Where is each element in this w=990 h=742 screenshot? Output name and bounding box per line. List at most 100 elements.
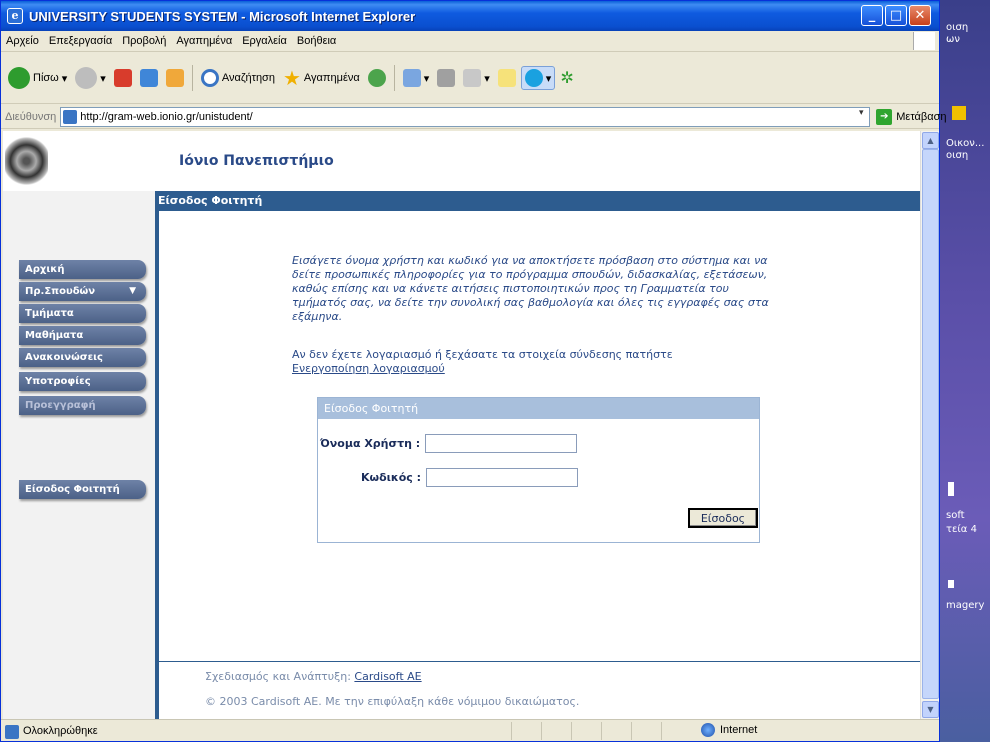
activate-account-link[interactable]: Ενεργοποίηση λογαριασμού xyxy=(292,362,772,376)
footer-design-prefix: Σχεδιασμός και Ανάπτυξη: xyxy=(205,670,351,683)
chevron-down-icon: ▼ xyxy=(129,286,136,296)
window-title: UNIVERSITY STUDENTS SYSTEM - Microsoft I… xyxy=(29,8,416,24)
desktop-label: Οικον... xyxy=(946,138,985,149)
refresh-button[interactable] xyxy=(137,67,161,89)
go-label: Μετάβαση xyxy=(896,110,947,123)
scroll-thumb[interactable] xyxy=(922,149,939,699)
history-icon xyxy=(367,69,386,87)
ie-logo-icon: e xyxy=(7,8,23,24)
home-icon xyxy=(165,69,184,87)
footer-copyright: © 2003 Cardisoft AE. Με την επιφύλαξη κά… xyxy=(205,695,580,708)
footer-divider xyxy=(159,661,920,662)
star-icon: ★ xyxy=(282,67,301,90)
title-bar[interactable]: e UNIVERSITY STUDENTS SYSTEM - Microsoft… xyxy=(1,1,939,31)
nav-label: Προεγγραφή xyxy=(25,400,96,411)
url-text: http://gram-web.ionio.gr/unistudent/ xyxy=(80,110,253,123)
login-submit-button[interactable]: Είσοδος xyxy=(688,508,758,528)
nav-label: Είσοδος Φοιτητή xyxy=(25,484,120,495)
security-zone: Internet xyxy=(701,723,757,737)
minimize-button[interactable]: _ xyxy=(861,5,883,26)
status-cells xyxy=(511,722,691,740)
mail-icon xyxy=(402,69,421,87)
go-arrow-icon: ➔ xyxy=(876,108,893,125)
menu-file[interactable]: Αρχείο xyxy=(1,35,44,47)
nav-courses[interactable]: Μαθήματα xyxy=(19,326,146,345)
menu-favorites[interactable]: Αγαπημένα xyxy=(171,35,237,47)
history-button[interactable] xyxy=(365,67,389,89)
nav-student-login[interactable]: Είσοδος Φοιτητή xyxy=(19,480,146,499)
edit-button[interactable]: ▾ xyxy=(460,67,493,89)
desktop-label: τεία 4 xyxy=(946,524,977,535)
search-button[interactable]: Αναζήτηση xyxy=(198,67,278,89)
home-button[interactable] xyxy=(163,67,187,89)
nav-label: Ανακοινώσεις xyxy=(25,352,103,363)
browser-window: e UNIVERSITY STUDENTS SYSTEM - Microsoft… xyxy=(0,0,946,742)
nav-label: Τμήματα xyxy=(25,308,74,319)
page-icon xyxy=(63,109,78,124)
go-button[interactable]: ➔ Μετάβαση xyxy=(876,108,947,125)
menu-view[interactable]: Προβολή xyxy=(117,35,171,47)
desktop-label: οιση xyxy=(946,22,969,33)
stop-button[interactable] xyxy=(111,67,135,89)
refresh-icon xyxy=(139,69,158,87)
account-note: Αν δεν έχετε λογαριασμό ή ξεχάσατε τα στ… xyxy=(292,348,772,376)
nav-label: Πρ.Σπουδών xyxy=(25,286,96,297)
university-name: Ιόνιο Πανεπιστήμιο xyxy=(179,153,334,169)
shortcut-icon[interactable] xyxy=(948,580,954,588)
username-row: Όνομα Χρήστη : xyxy=(320,434,578,453)
favorites-button[interactable]: ★ Αγαπημένα xyxy=(280,64,363,93)
print-button[interactable] xyxy=(434,67,458,89)
back-arrow-icon xyxy=(8,67,30,89)
menu-tools[interactable]: Εργαλεία xyxy=(237,35,292,47)
address-label: Διεύθυνση xyxy=(5,110,57,123)
password-label: Κωδικός : xyxy=(361,471,422,484)
menu-help[interactable]: Βοήθεια xyxy=(292,35,341,47)
scroll-down-icon[interactable]: ▼ xyxy=(922,701,939,718)
nav-preregistration[interactable]: Προεγγραφή xyxy=(19,396,146,415)
desktop-label: magery xyxy=(946,600,985,611)
search-label: Αναζήτηση xyxy=(221,72,275,84)
cardisoft-link[interactable]: Cardisoft AE xyxy=(354,670,421,683)
nav-scholarships[interactable]: Υποτροφίες xyxy=(19,372,146,391)
university-logo xyxy=(5,137,48,185)
back-button[interactable]: Πίσω ▾ xyxy=(5,65,70,91)
maximize-button[interactable]: □ xyxy=(885,5,907,26)
zone-label: Internet xyxy=(720,724,758,736)
status-bar: Ολοκληρώθηκε Internet xyxy=(1,719,939,741)
mail-button[interactable]: ▾ xyxy=(400,67,433,89)
desktop-label: soft xyxy=(946,510,965,521)
address-dropdown-icon[interactable]: ▾ xyxy=(853,108,869,126)
username-label: Όνομα Χρήστη : xyxy=(320,437,421,450)
desktop-label: οιση xyxy=(946,150,969,161)
address-input[interactable]: http://gram-web.ionio.gr/unistudent/ ▾ xyxy=(60,106,871,127)
status-text: Ολοκληρώθηκε xyxy=(1,724,98,739)
search-icon xyxy=(200,69,219,87)
nav-home[interactable]: Αρχική xyxy=(19,260,146,279)
file-icon[interactable] xyxy=(948,482,954,496)
vertical-scrollbar[interactable]: ▲ ▼ xyxy=(920,131,939,719)
nav-departments[interactable]: Τμήματα xyxy=(19,304,146,323)
close-button[interactable]: ✕ xyxy=(909,5,931,26)
stop-icon xyxy=(113,69,132,87)
address-bar: Διεύθυνση http://gram-web.ionio.gr/unist… xyxy=(1,105,946,129)
scroll-up-icon[interactable]: ▲ xyxy=(922,132,939,149)
nav-curriculum[interactable]: Πρ.Σπουδών ▼ xyxy=(19,282,146,301)
skype-button[interactable]: ▾ xyxy=(520,66,556,90)
skype-icon xyxy=(524,69,543,87)
nav-label: Αρχική xyxy=(25,264,65,275)
nav-label: Μαθήματα xyxy=(25,330,84,341)
nav-announcements[interactable]: Ανακοινώσεις xyxy=(19,348,146,367)
menu-edit[interactable]: Επεξεργασία xyxy=(44,35,117,47)
login-box: Είσοδος Φοιτητή Όνομα Χρήστη : Κωδικός :… xyxy=(317,397,760,543)
favorites-label: Αγαπημένα xyxy=(303,72,360,84)
password-input[interactable] xyxy=(426,468,579,487)
forward-button[interactable]: ▾ xyxy=(72,65,109,91)
globe-icon xyxy=(701,723,715,737)
forward-arrow-icon xyxy=(75,67,98,89)
username-input[interactable] xyxy=(425,434,578,453)
print-icon xyxy=(437,69,456,87)
messenger-button[interactable]: ✲ xyxy=(557,66,576,90)
web-page: Ιόνιο Πανεπιστήμιο Είσοδος Φοιτητή Αρχικ… xyxy=(3,131,920,719)
folder-icon[interactable] xyxy=(952,106,966,120)
notes-button[interactable] xyxy=(495,67,519,89)
